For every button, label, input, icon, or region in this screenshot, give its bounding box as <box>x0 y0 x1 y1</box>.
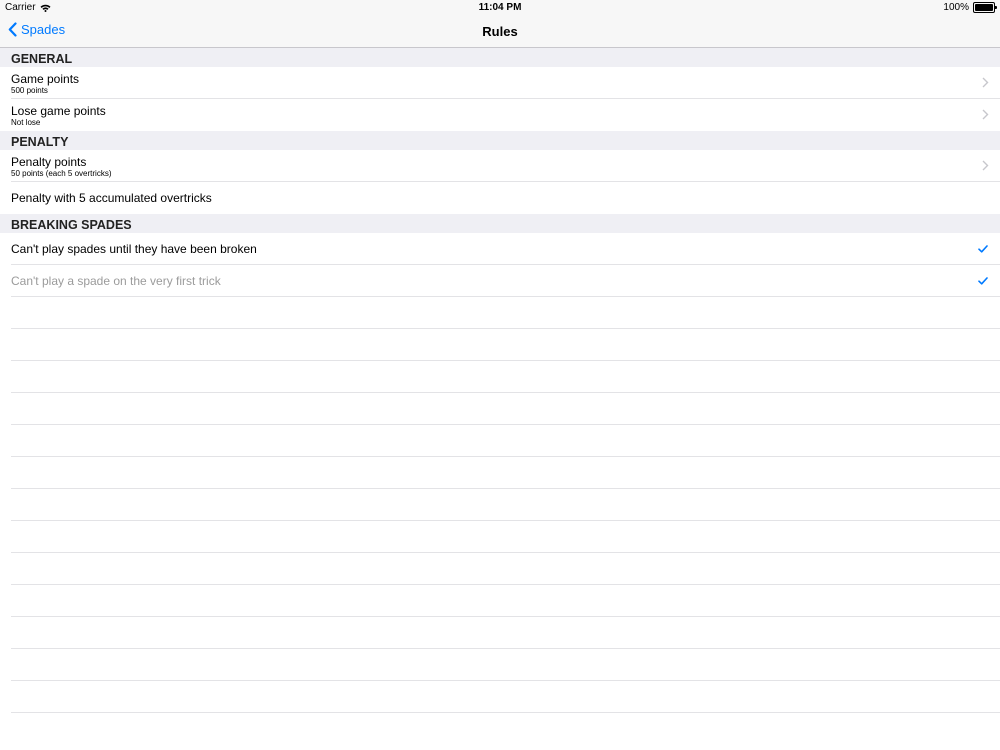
row-title: Can't play spades until they have been b… <box>11 242 257 256</box>
section-header-general: GENERAL <box>0 48 1000 67</box>
battery-percentage: 100% <box>943 2 969 13</box>
empty-row <box>0 457 1000 489</box>
row-title: Game points <box>11 72 80 86</box>
battery-fill <box>975 4 993 11</box>
checkmark-icon <box>978 245 988 253</box>
status-right: 100% <box>943 2 997 13</box>
empty-row <box>0 649 1000 681</box>
empty-row <box>0 329 1000 361</box>
lose-game-points-row[interactable]: Lose game points Not lose <box>0 99 1000 131</box>
page-title: Rules <box>482 24 518 39</box>
empty-row <box>0 553 1000 585</box>
penalty-points-row[interactable]: Penalty points 50 points (each 5 overtri… <box>0 150 1000 182</box>
status-time: 11:04 PM <box>478 2 522 13</box>
navigation-bar: Spades Rules <box>0 16 1000 48</box>
chevron-right-icon <box>982 109 989 120</box>
empty-row <box>0 297 1000 329</box>
game-points-row[interactable]: Game points 500 points <box>0 67 1000 99</box>
battery-icon <box>973 2 997 13</box>
section-header-breaking-spades: BREAKING SPADES <box>0 214 1000 233</box>
row-title: Penalty with 5 accumulated overtricks <box>11 191 212 205</box>
row-title: Penalty points <box>11 155 87 169</box>
empty-row <box>0 681 1000 713</box>
penalty-accumulated-overtricks-row[interactable]: Penalty with 5 accumulated overtricks <box>0 182 1000 214</box>
section-header-penalty: PENALTY <box>0 131 1000 150</box>
empty-row <box>0 425 1000 457</box>
empty-rows <box>0 297 1000 713</box>
checkmark-icon <box>978 277 988 285</box>
spades-broken-row[interactable]: Can't play spades until they have been b… <box>0 233 1000 265</box>
row-subtitle: Not lose <box>11 118 41 127</box>
status-bar: Carrier 11:04 PM 100% <box>0 0 1000 16</box>
row-subtitle: 500 points <box>11 86 48 95</box>
empty-row <box>0 489 1000 521</box>
empty-row <box>0 393 1000 425</box>
row-subtitle: 50 points (each 5 overtricks) <box>11 169 112 178</box>
row-title: Lose game points <box>11 104 106 118</box>
chevron-right-icon <box>982 77 989 88</box>
rules-table: GENERAL Game points 500 points Lose game… <box>0 48 1000 713</box>
empty-row <box>0 361 1000 393</box>
empty-row <box>0 617 1000 649</box>
first-trick-spade-row[interactable]: Can't play a spade on the very first tri… <box>0 265 1000 297</box>
row-title: Can't play a spade on the very first tri… <box>11 274 221 288</box>
empty-row <box>0 521 1000 553</box>
chevron-right-icon <box>982 160 989 171</box>
empty-row <box>0 585 1000 617</box>
row-separator <box>11 712 1000 713</box>
